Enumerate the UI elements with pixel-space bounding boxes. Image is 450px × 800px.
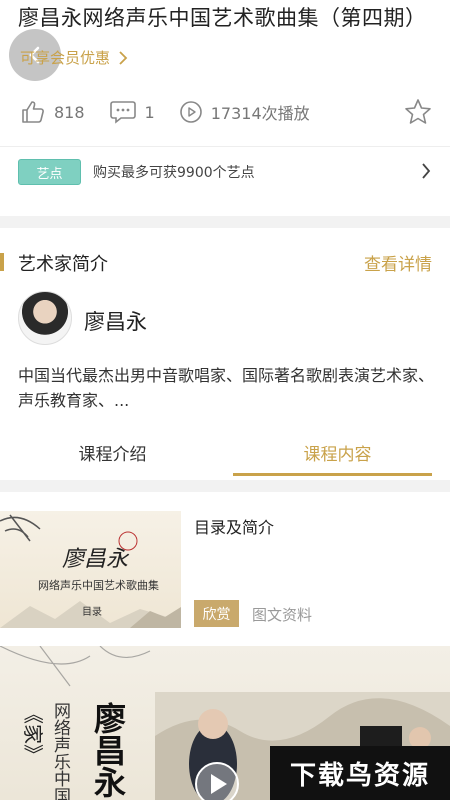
artist-name[interactable]: 廖昌永: [84, 306, 147, 336]
thumb-artist-name: 廖昌永: [62, 547, 130, 572]
banner-vertical-name: 廖昌永: [89, 701, 127, 798]
points-reward-text: 购买最多可获9900个艺点: [93, 165, 255, 181]
section-separator: [0, 216, 450, 228]
stats-row: 818 1 17314次播放: [20, 96, 432, 128]
watermark-logo: 下载鸟资源: [270, 746, 450, 800]
course-item-thumbnail[interactable]: 廖昌永 网络声乐中国艺术歌曲集 目录: [0, 511, 181, 628]
banner-book-title: 《家》: [21, 704, 45, 764]
chevron-right-icon: [119, 50, 128, 65]
artist-description: 中国当代最杰出男中音歌唱家、国际著名歌剧表演艺术家、声乐教育家、...: [18, 366, 435, 410]
tag-appreciate: 欣赏: [194, 600, 239, 627]
play-circle-icon: [179, 101, 202, 123]
vip-discount-label: 可享会员优惠: [20, 49, 111, 67]
section-accent-bar: [0, 253, 4, 271]
view-details-link[interactable]: 查看详情: [364, 250, 432, 275]
points-reward-row[interactable]: 艺点 购买最多可获9900个艺点: [18, 158, 432, 186]
thumb-label: 目录: [82, 606, 102, 618]
play-count-text: 17314次播放: [210, 104, 310, 123]
vip-discount-link[interactable]: 可享会员优惠: [20, 47, 128, 68]
tab-course-intro[interactable]: 课程介绍: [0, 428, 225, 476]
comment-count: 1: [144, 102, 155, 122]
tag-document: 图文资料: [252, 606, 313, 624]
chevron-right-icon: [422, 163, 431, 179]
course-title: 廖昌永网络声乐中国艺术歌曲集（第四期）: [18, 6, 427, 30]
course-tabs: 课程介绍 课程内容: [0, 428, 450, 476]
comment-button[interactable]: 1: [109, 99, 155, 125]
like-count: 818: [54, 102, 85, 122]
comment-icon: [109, 101, 136, 124]
section-separator: [0, 480, 450, 492]
artist-section-title: 艺术家简介: [18, 254, 108, 275]
thumb-series-title: 网络声乐中国艺术歌曲集: [38, 578, 159, 592]
play-count: 17314次播放: [179, 100, 310, 124]
tab-course-content[interactable]: 课程内容: [225, 428, 450, 476]
artist-avatar[interactable]: [18, 291, 72, 345]
course-detail-page: 廖昌永网络声乐中国艺术歌曲集（第四期） 可享会员优惠 818 1 17314次播…: [0, 0, 450, 800]
points-badge: 艺点: [18, 159, 81, 185]
like-button[interactable]: 818: [20, 99, 85, 125]
banner-vertical-caption: 网络声乐中国: [50, 702, 71, 800]
favorite-star-icon[interactable]: [404, 98, 432, 126]
divider: [0, 146, 450, 147]
ink-painting-image: 廖昌永 网络声乐中国艺术歌曲集 目录: [0, 514, 181, 628]
course-item-title[interactable]: 目录及简介: [194, 514, 274, 538]
thumbs-up-icon: [22, 101, 44, 123]
